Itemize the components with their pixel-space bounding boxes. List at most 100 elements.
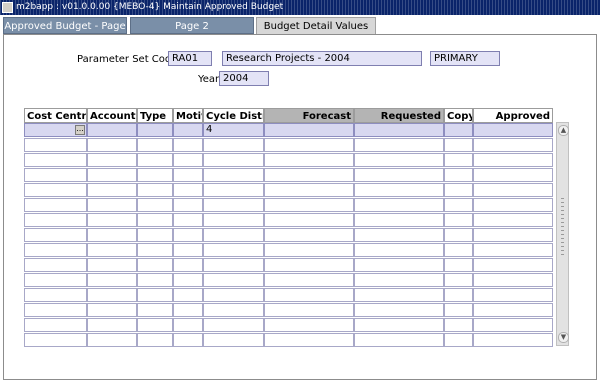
cell-approved[interactable] (473, 318, 553, 332)
list-of-values-button[interactable]: ... (75, 125, 85, 135)
cell-account[interactable] (87, 288, 137, 302)
cell-approved[interactable] (473, 183, 553, 197)
grid-vertical-scrollbar[interactable]: ▲ ▼ (556, 122, 569, 346)
cell-approved[interactable] (473, 168, 553, 182)
cell-approved[interactable] (473, 273, 553, 287)
cell-cost-centre[interactable] (24, 153, 87, 167)
cell-type[interactable] (137, 213, 173, 227)
cell-type[interactable] (137, 303, 173, 317)
cell-copy[interactable] (444, 273, 473, 287)
cell-account[interactable] (87, 138, 137, 152)
cell-copy[interactable] (444, 168, 473, 182)
cell-cycle-distr[interactable] (203, 213, 264, 227)
cell-approved[interactable] (473, 303, 553, 317)
cell-copy[interactable] (444, 243, 473, 257)
cell-account[interactable] (87, 153, 137, 167)
cell-approved[interactable] (473, 243, 553, 257)
cell-cycle-distr[interactable] (203, 183, 264, 197)
cell-forecast[interactable] (264, 288, 354, 302)
cell-forecast[interactable] (264, 123, 354, 137)
cell-forecast[interactable] (264, 258, 354, 272)
cell-type[interactable] (137, 333, 173, 347)
cell-cycle-distr[interactable] (203, 333, 264, 347)
cell-approved[interactable] (473, 288, 553, 302)
cell-forecast[interactable] (264, 198, 354, 212)
cell-requested[interactable] (354, 153, 444, 167)
cell-type[interactable] (137, 288, 173, 302)
cell-type[interactable] (137, 153, 173, 167)
cell-cycle-distr[interactable] (203, 198, 264, 212)
scroll-up-icon[interactable]: ▲ (558, 125, 569, 136)
cell-motiv[interactable] (173, 258, 203, 272)
cell-requested[interactable] (354, 228, 444, 242)
cell-type[interactable] (137, 168, 173, 182)
cell-motiv[interactable] (173, 213, 203, 227)
cell-requested[interactable] (354, 288, 444, 302)
cell-motiv[interactable] (173, 123, 203, 137)
cell-requested[interactable] (354, 138, 444, 152)
cell-forecast[interactable] (264, 273, 354, 287)
cell-requested[interactable] (354, 168, 444, 182)
cell-copy[interactable] (444, 153, 473, 167)
cell-cycle-distr[interactable] (203, 288, 264, 302)
cell-motiv[interactable] (173, 318, 203, 332)
tab-page-2[interactable]: Page 2 (130, 17, 254, 34)
cell-forecast[interactable] (264, 303, 354, 317)
cell-account[interactable] (87, 243, 137, 257)
tab-approved-budget-page-1[interactable]: Approved Budget - Page 1 (3, 17, 127, 49)
cell-type[interactable] (137, 258, 173, 272)
cell-account[interactable] (87, 123, 137, 137)
cell-motiv[interactable] (173, 273, 203, 287)
cell-approved[interactable] (473, 258, 553, 272)
cell-cycle-distr[interactable] (203, 318, 264, 332)
cell-account[interactable] (87, 228, 137, 242)
cell-motiv[interactable] (173, 153, 203, 167)
cell-cycle-distr[interactable] (203, 303, 264, 317)
cell-copy[interactable] (444, 138, 473, 152)
cell-cycle-distr[interactable] (203, 273, 264, 287)
cell-forecast[interactable] (264, 243, 354, 257)
cell-account[interactable] (87, 183, 137, 197)
cell-motiv[interactable] (173, 183, 203, 197)
cell-requested[interactable] (354, 213, 444, 227)
cell-cost-centre[interactable] (24, 318, 87, 332)
cell-account[interactable] (87, 273, 137, 287)
cell-cycle-distr[interactable] (203, 243, 264, 257)
cell-copy[interactable] (444, 213, 473, 227)
cell-type[interactable] (137, 228, 173, 242)
cell-requested[interactable] (354, 273, 444, 287)
cell-requested[interactable] (354, 333, 444, 347)
year-field[interactable]: 2004 (219, 71, 269, 86)
cell-approved[interactable] (473, 153, 553, 167)
cell-requested[interactable] (354, 258, 444, 272)
cell-approved[interactable] (473, 213, 553, 227)
cell-approved[interactable] (473, 123, 553, 137)
cell-forecast[interactable] (264, 138, 354, 152)
cell-forecast[interactable] (264, 183, 354, 197)
cell-copy[interactable] (444, 198, 473, 212)
cell-cost-centre[interactable] (24, 138, 87, 152)
cell-cost-centre[interactable] (24, 273, 87, 287)
cell-copy[interactable] (444, 288, 473, 302)
cell-motiv[interactable] (173, 168, 203, 182)
cell-cost-centre[interactable] (24, 303, 87, 317)
cell-cost-centre[interactable] (24, 333, 87, 347)
cell-copy[interactable] (444, 333, 473, 347)
cell-copy[interactable] (444, 318, 473, 332)
cell-motiv[interactable] (173, 303, 203, 317)
cell-approved[interactable] (473, 138, 553, 152)
cell-motiv[interactable] (173, 243, 203, 257)
scroll-down-icon[interactable]: ▼ (558, 332, 569, 343)
cell-type[interactable] (137, 123, 173, 137)
cell-account[interactable] (87, 198, 137, 212)
cell-copy[interactable] (444, 183, 473, 197)
cell-cost-centre[interactable] (24, 168, 87, 182)
cell-cycle-distr[interactable] (203, 228, 264, 242)
tab-budget-detail-values[interactable]: Budget Detail Values (256, 17, 376, 34)
cell-cycle-distr[interactable] (203, 258, 264, 272)
cell-type[interactable] (137, 318, 173, 332)
cell-cost-centre[interactable] (24, 213, 87, 227)
cell-cost-centre[interactable] (24, 183, 87, 197)
cell-account[interactable] (87, 333, 137, 347)
cell-motiv[interactable] (173, 198, 203, 212)
